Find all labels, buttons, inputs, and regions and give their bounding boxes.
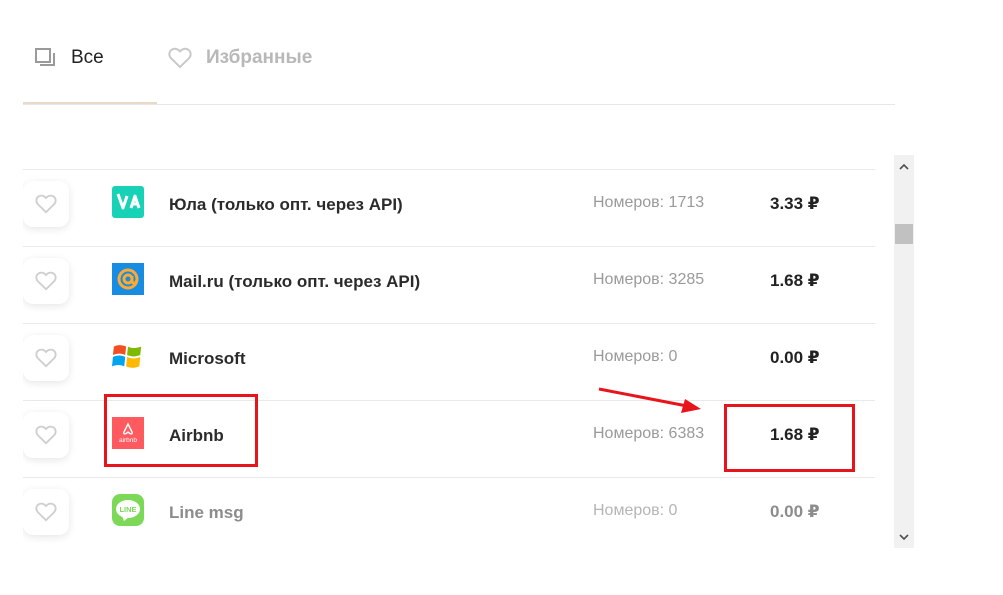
heart-icon bbox=[35, 271, 57, 291]
service-row-yula[interactable]: Юла (только опт. через API) Номеров: 171… bbox=[23, 170, 875, 247]
number-count: Номеров: 6383 bbox=[593, 425, 705, 442]
service-row-microsoft[interactable]: Microsoft Номеров: 0 0.00 ₽ bbox=[23, 324, 875, 401]
service-row-line[interactable]: LINE Line msg Номеров: 0 0.00 ₽ bbox=[23, 478, 875, 548]
heart-icon bbox=[35, 502, 57, 522]
favorite-button[interactable] bbox=[23, 181, 69, 227]
copy-icon bbox=[35, 48, 55, 66]
number-count: Номеров: 0 bbox=[593, 348, 678, 365]
scrollbar-thumb[interactable] bbox=[895, 224, 913, 244]
category-tabs: Все Избранные bbox=[23, 0, 895, 105]
number-count: Номеров: 0 bbox=[593, 502, 678, 519]
heart-icon bbox=[168, 47, 192, 69]
service-row-mailru[interactable]: Mail.ru (только опт. через API) Номеров:… bbox=[23, 247, 875, 324]
number-count: Номеров: 3285 bbox=[593, 271, 705, 288]
heart-icon bbox=[35, 194, 57, 214]
service-price: 0.00 ₽ bbox=[770, 502, 820, 521]
service-price: 1.68 ₽ bbox=[770, 271, 820, 290]
service-price: 3.33 ₽ bbox=[770, 194, 820, 213]
scroll-down-icon[interactable] bbox=[894, 528, 914, 546]
number-count: Номеров: 1713 bbox=[593, 194, 705, 211]
list-top-spacer bbox=[23, 155, 875, 170]
list-scrollbar[interactable] bbox=[894, 155, 914, 548]
heart-icon bbox=[35, 348, 57, 368]
favorite-button[interactable] bbox=[23, 412, 69, 458]
service-name: Line msg bbox=[169, 503, 244, 522]
svg-text:LINE: LINE bbox=[119, 505, 136, 514]
windows-logo-icon bbox=[112, 340, 144, 372]
annotation-box-airbnb bbox=[104, 394, 258, 467]
service-name: Microsoft bbox=[169, 349, 246, 368]
tab-all[interactable]: Все bbox=[35, 42, 104, 74]
scroll-up-icon[interactable] bbox=[894, 157, 914, 175]
heart-icon bbox=[35, 425, 57, 445]
tab-favorites-label: Избранные bbox=[206, 47, 313, 68]
active-tab-indicator bbox=[23, 102, 157, 104]
service-name: Юла (только опт. через API) bbox=[169, 195, 403, 214]
line-logo-icon: LINE bbox=[112, 494, 144, 526]
favorite-button[interactable] bbox=[23, 335, 69, 381]
annotation-arrow-icon bbox=[598, 387, 701, 413]
service-list: Юла (только опт. через API) Номеров: 171… bbox=[23, 155, 875, 548]
favorite-button[interactable] bbox=[23, 489, 69, 535]
service-price: 0.00 ₽ bbox=[770, 348, 820, 367]
tab-all-label: Все bbox=[71, 47, 104, 68]
favorite-button[interactable] bbox=[23, 258, 69, 304]
service-name: Mail.ru (только опт. через API) bbox=[169, 272, 421, 291]
annotation-box-price bbox=[724, 404, 855, 472]
mailru-logo-icon bbox=[112, 263, 144, 295]
tab-favorites[interactable]: Избранные bbox=[168, 42, 312, 74]
yula-logo-icon bbox=[112, 186, 144, 218]
